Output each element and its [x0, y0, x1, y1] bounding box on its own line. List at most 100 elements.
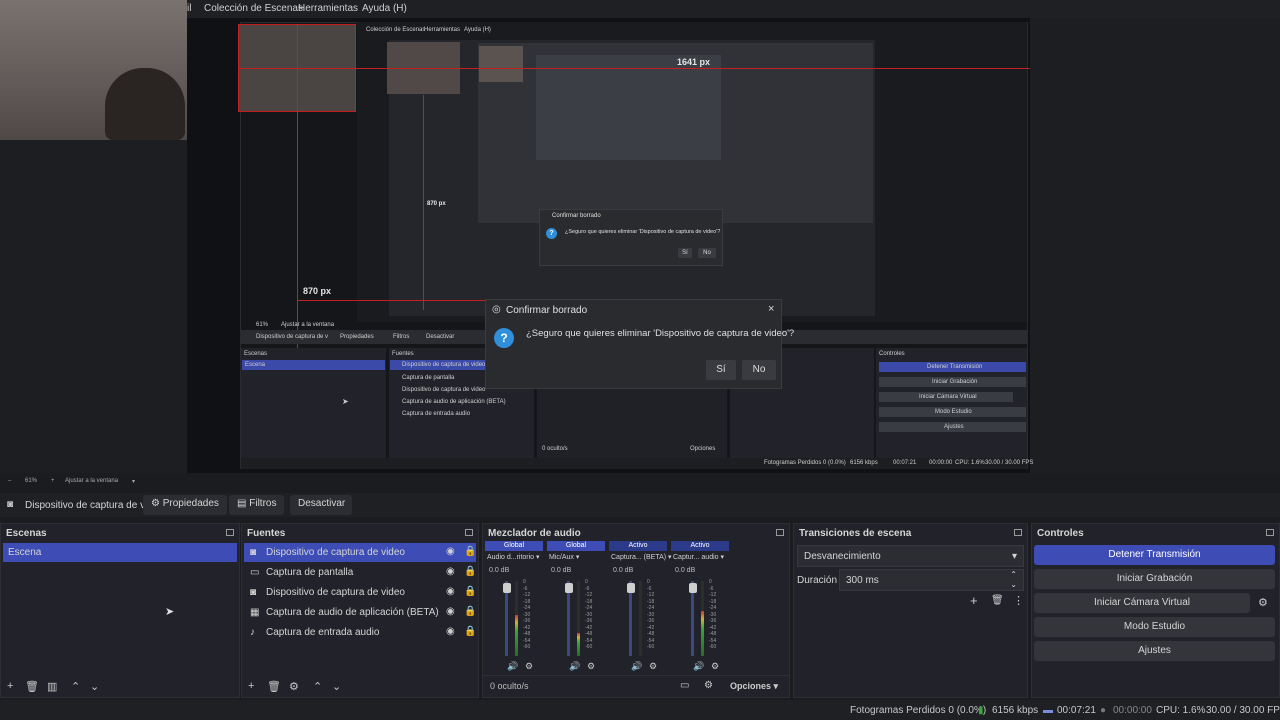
start-recording-button[interactable]: Iniciar Grabación [1034, 569, 1275, 589]
no-button[interactable]: No [742, 360, 776, 380]
menu-item-scene-collection[interactable]: Colección de Escenas [204, 3, 303, 14]
nested-source-name: Dispositivo de captura de v [256, 334, 329, 340]
move-up-icon[interactable]: ⌃ [71, 680, 80, 693]
lock-icon[interactable]: 🔒 [464, 626, 476, 637]
stop-streaming-button[interactable]: Detener Transmisión [1034, 545, 1275, 565]
properties-button[interactable]: ⚙ Propiedades [143, 495, 227, 515]
eye-icon[interactable]: ◉ [446, 586, 455, 597]
source-item[interactable]: ▦ Captura de audio de aplicación (BETA) … [244, 603, 476, 622]
duration-spinbox[interactable]: 300 ms ⌃ ⌄ [839, 569, 1024, 591]
speaker-icon[interactable]: 🔊 [631, 661, 642, 672]
speaker-icon[interactable]: 🔊 [569, 661, 580, 672]
fit-to-window[interactable]: Ajustar a la ventana [65, 478, 118, 484]
channel-tag: Activo [671, 541, 729, 551]
fader-knob[interactable] [565, 583, 573, 593]
obs-logo-icon: ◎ [492, 304, 501, 315]
channel-settings-icon[interactable]: ⚙ [711, 661, 719, 672]
yes-button[interactable]: Sí [706, 360, 736, 380]
speaker-icon[interactable]: 🔊 [507, 661, 518, 672]
eye-icon[interactable]: ◉ [446, 626, 455, 637]
spin-up-icon[interactable]: ⌃ [1010, 570, 1017, 579]
scene-item[interactable]: Escena [3, 543, 237, 562]
lock-icon[interactable]: 🔒 [464, 546, 476, 557]
lock-icon[interactable]: 🔒 [464, 606, 476, 617]
mixer-channel: Global Mic/Aux ▾ 0.0 dB 0 -6 -12 -18 -24 -30 -36-… [547, 541, 609, 676]
speaker-icon[interactable]: 🔊 [693, 661, 704, 672]
undock-icon[interactable] [1014, 529, 1022, 536]
eye-icon[interactable]: ◉ [446, 606, 455, 617]
sources-title: Fuentes [247, 528, 286, 539]
chevron-down-icon[interactable]: ▾ [132, 478, 135, 485]
menu-item-partial[interactable]: il [187, 3, 191, 14]
source-item[interactable]: ▭ Captura de pantalla ◉ 🔒 [244, 563, 476, 582]
fader-knob[interactable] [689, 583, 697, 593]
nested-controls-title: Controles [879, 351, 905, 357]
add-transition-icon[interactable]: + [970, 593, 978, 608]
settings-button[interactable]: Ajustes [1034, 641, 1275, 661]
channel-tag: Global [547, 541, 605, 551]
fader-knob[interactable] [627, 583, 635, 593]
audio-mixer-dock: Mezclador de audio Global Audio d...ritor… [482, 523, 790, 698]
nested-menu-item: Ayuda (H) [464, 27, 491, 33]
nested-ctrl-label: Iniciar Cámara Virtual [919, 394, 977, 400]
level-meter-bg [639, 581, 642, 656]
channel-settings-icon[interactable]: ⚙ [649, 661, 657, 672]
transition-select[interactable]: Desvanecimiento ▾ [797, 545, 1024, 567]
spin-down-icon[interactable]: ⌄ [1010, 580, 1017, 589]
eye-icon[interactable]: ◉ [446, 566, 455, 577]
nested-fit: Ajustar a la ventana [281, 322, 335, 328]
menu-item-tools[interactable]: Herramientas [298, 3, 358, 14]
source-item[interactable]: ◙ Dispositivo de captura de video ◉ 🔒 [244, 543, 476, 562]
zoom-bar: – 61% + Ajustar a la ventana ▾ [0, 476, 1280, 489]
undock-icon[interactable] [776, 529, 784, 536]
eye-icon[interactable]: ◉ [446, 546, 455, 557]
menu-item-help[interactable]: Ayuda (H) [362, 3, 407, 14]
move-up-icon[interactable]: ⌃ [313, 680, 322, 693]
transition-selected: Desvanecimiento [804, 551, 881, 562]
mouse-cursor-icon: ➤ [165, 606, 175, 618]
studio-mode-button[interactable]: Modo Estudio [1034, 617, 1275, 637]
undock-icon[interactable] [226, 529, 234, 536]
nested-ctrl-label: Iniciar Grabación [932, 379, 978, 385]
close-icon[interactable]: × [768, 303, 774, 315]
channel-settings-icon[interactable]: ⚙ [525, 661, 533, 672]
nested-status-record: 00:00:00 [929, 460, 953, 466]
virtual-camera-settings-icon[interactable]: ⚙ [1258, 596, 1268, 609]
lock-icon[interactable]: 🔒 [464, 566, 476, 577]
zoom-in-button[interactable]: + [51, 478, 55, 484]
duration-value: 300 ms [846, 575, 879, 586]
virtual-camera-button[interactable]: Iniciar Cámara Virtual [1034, 593, 1250, 613]
lock-icon[interactable]: 🔒 [464, 586, 476, 597]
move-down-icon[interactable]: ⌄ [332, 680, 341, 693]
properties-label: Propiedades [162, 498, 219, 509]
undock-icon[interactable] [465, 529, 473, 536]
options-button[interactable]: Opciones ▾ [730, 681, 778, 692]
nested-source-item: Captura de entrada audio [402, 411, 471, 417]
confirm-delete-dialog: ◎ Confirmar borrado × ? ¿Seguro que quie… [485, 299, 794, 389]
channel-settings-icon[interactable]: ⚙ [587, 661, 595, 672]
add-icon[interactable]: + [7, 680, 13, 692]
source-item[interactable]: ♪ Captura de entrada audio ◉ 🔒 [244, 623, 476, 642]
trash-icon[interactable]: 🗑 [25, 680, 39, 693]
nested-hidden: 0 oculto/s [542, 446, 568, 452]
deactivate-button[interactable]: Desactivar [290, 495, 352, 515]
fader-knob[interactable] [503, 583, 511, 593]
filter-icon[interactable]: ▥ [47, 680, 57, 693]
undock-icon[interactable] [1266, 529, 1274, 536]
mixer-advanced-icon[interactable]: ⚙ [704, 680, 713, 691]
more-icon[interactable]: ⋮ [1013, 594, 1024, 607]
filters-button[interactable]: ▤ Filtros [229, 495, 285, 515]
mixer-footer: 0 oculto/s ▭ ⚙ Opciones ▾ [483, 675, 789, 697]
channel-db: 0.0 dB [613, 567, 634, 574]
move-down-icon[interactable]: ⌄ [90, 680, 99, 693]
nested-options: Opciones [690, 446, 716, 452]
source-item[interactable]: ◙ Dispositivo de captura de video ◉ 🔒 [244, 583, 476, 602]
gear-icon[interactable]: ⚙ [289, 680, 299, 693]
zoom-out-button[interactable]: – [8, 478, 11, 484]
mixer-layout-icon[interactable]: ▭ [680, 680, 689, 691]
nested-status-fps: 30.00 / 30.00 FPS [985, 460, 1034, 466]
trash-icon[interactable]: 🗑 [991, 595, 1004, 606]
trash-icon[interactable]: 🗑 [267, 680, 281, 693]
measure-height-label-small: 870 px [427, 201, 446, 207]
add-icon[interactable]: + [248, 680, 254, 692]
